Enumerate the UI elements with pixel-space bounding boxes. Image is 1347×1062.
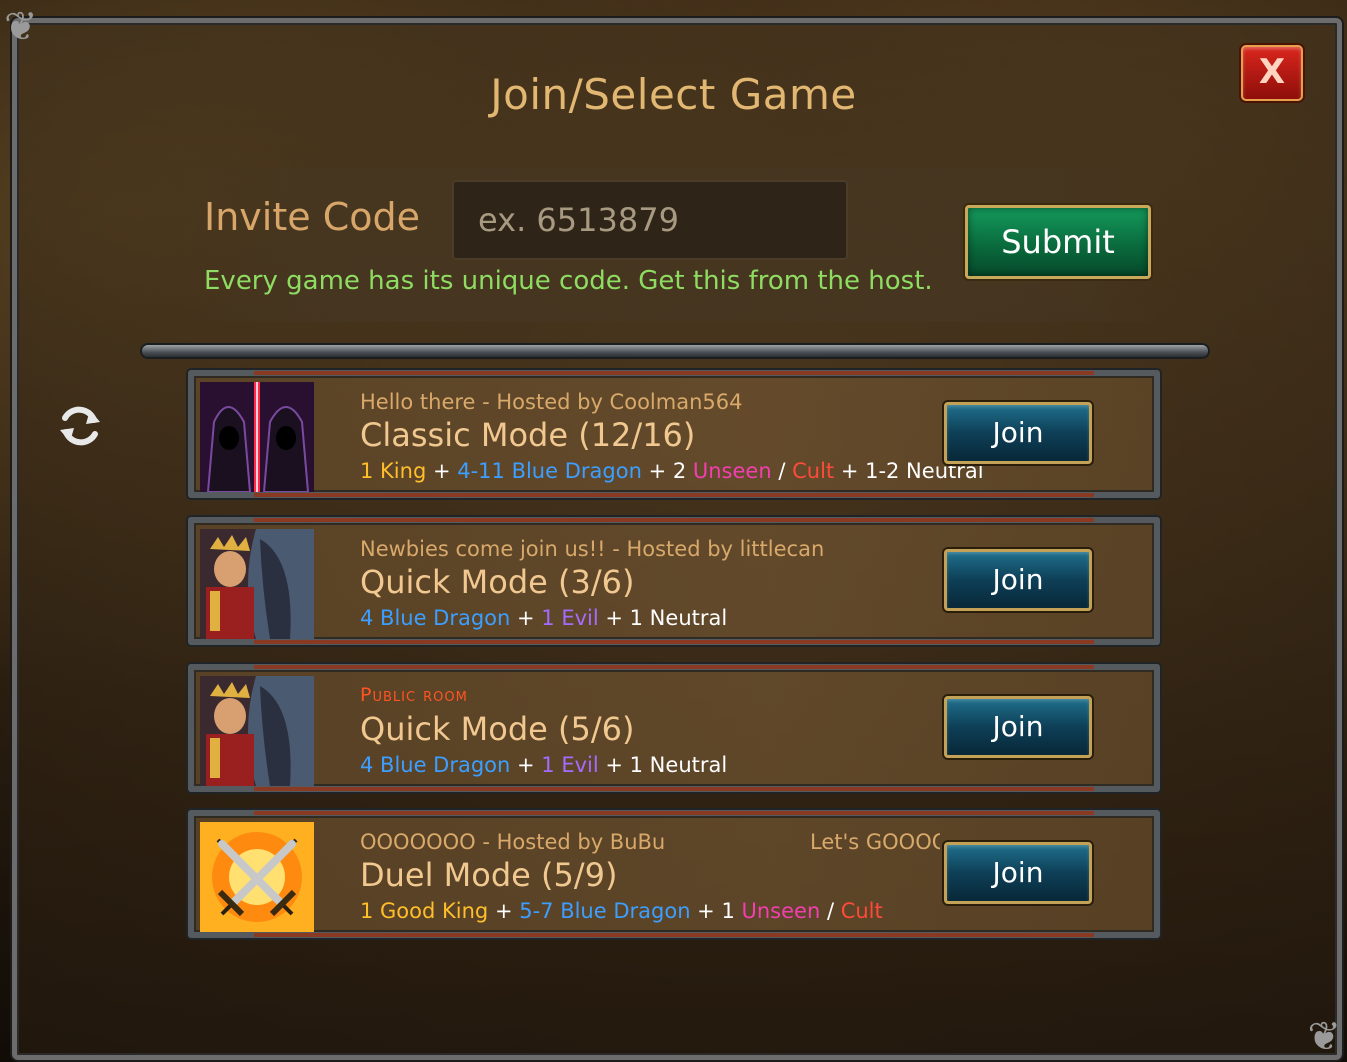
- join-button[interactable]: Join: [944, 842, 1092, 904]
- role-segment: 5-7 Blue Dragon: [519, 899, 691, 923]
- role-segment: 1 King: [360, 459, 427, 483]
- public-room-label: Public room: [360, 684, 468, 706]
- role-segment: +: [510, 606, 542, 630]
- game-host-line: Hello there - Hosted by Coolman564: [360, 390, 743, 414]
- hooded-figures-icon: [200, 382, 314, 492]
- game-mode: Quick Mode (5/6): [360, 710, 635, 748]
- crossed-swords-icon: [200, 822, 314, 932]
- invite-hint: Every game has its unique code. Get this…: [204, 266, 933, 296]
- game-mode: Classic Mode (12/16): [360, 416, 696, 454]
- role-segment: Unseen: [692, 459, 772, 483]
- role-segment: 1 Good King: [360, 899, 489, 923]
- join-button[interactable]: Join: [944, 696, 1092, 758]
- join-button[interactable]: Join: [944, 402, 1092, 464]
- row-rail: [254, 811, 1094, 815]
- game-mode: Quick Mode (3/6): [360, 563, 635, 601]
- role-segment: +: [426, 459, 458, 483]
- role-segment: 1 Evil: [541, 753, 599, 777]
- role-segment: /: [771, 459, 793, 483]
- role-segment: + 1 Neutral: [598, 606, 728, 630]
- game-roles: 4 Blue Dragon + 1 Evil + 1 Neutral: [360, 606, 727, 630]
- role-segment: +: [488, 899, 520, 923]
- role-segment: 1 Evil: [541, 606, 599, 630]
- king-and-reaper-icon: [200, 676, 314, 786]
- role-segment: 4-11 Blue Dragon: [457, 459, 642, 483]
- role-segment: Cult: [792, 459, 835, 483]
- submit-button[interactable]: Submit: [965, 205, 1151, 279]
- role-segment: + 1 Neutral: [598, 753, 728, 777]
- game-host-line: Newbies come join us!! - Hosted by littl…: [360, 537, 825, 561]
- game-row: Public room Quick Mode (5/6) 4 Blue Dragon…: [188, 664, 1160, 792]
- role-segment: 4 Blue Dragon: [360, 753, 511, 777]
- close-button[interactable]: X: [1241, 45, 1303, 101]
- game-roles: 1 Good King + 5-7 Blue Dragon + 1 Unseen…: [360, 899, 883, 923]
- row-rail: [254, 371, 1094, 375]
- row-rail: [254, 665, 1094, 669]
- role-segment: /: [820, 899, 841, 923]
- role-segment: + 1: [690, 899, 742, 923]
- join-button[interactable]: Join: [944, 549, 1092, 611]
- role-segment: + 2: [641, 459, 693, 483]
- game-row: Hello there - Hosted by Coolman564 Classi…: [188, 370, 1160, 498]
- game-roles: 1 King + 4-11 Blue Dragon + 2 Unseen / C…: [360, 459, 984, 483]
- row-rail: [254, 493, 1094, 497]
- game-host-line: OOOOOOO - Hosted by BuBu: [360, 830, 666, 854]
- game-side-note: Let's GOOOO: [810, 830, 940, 854]
- invite-code-label: Invite Code: [204, 195, 420, 239]
- role-segment: +: [510, 753, 542, 777]
- dialog-title: Join/Select Game: [490, 70, 857, 119]
- divider: [142, 345, 1208, 357]
- row-rail: [254, 787, 1094, 791]
- game-mode: Duel Mode (5/9): [360, 856, 618, 894]
- row-rail: [254, 518, 1094, 522]
- invite-code-input[interactable]: [452, 180, 848, 260]
- corner-ornament-icon: ❦: [1307, 1014, 1341, 1060]
- role-segment: 4 Blue Dragon: [360, 606, 511, 630]
- king-and-reaper-icon: [200, 529, 314, 639]
- row-rail: [254, 933, 1094, 937]
- game-row: OOOOOOO - Hosted by BuBu Let's GOOOO Duel …: [188, 810, 1160, 938]
- row-rail: [254, 640, 1094, 644]
- role-segment: Cult: [840, 899, 883, 923]
- role-segment: Unseen: [741, 899, 821, 923]
- corner-ornament-icon: ❦: [4, 4, 38, 50]
- game-roles: 4 Blue Dragon + 1 Evil + 1 Neutral: [360, 753, 727, 777]
- game-row: Newbies come join us!! - Hosted by littl…: [188, 517, 1160, 645]
- refresh-icon[interactable]: [56, 402, 104, 450]
